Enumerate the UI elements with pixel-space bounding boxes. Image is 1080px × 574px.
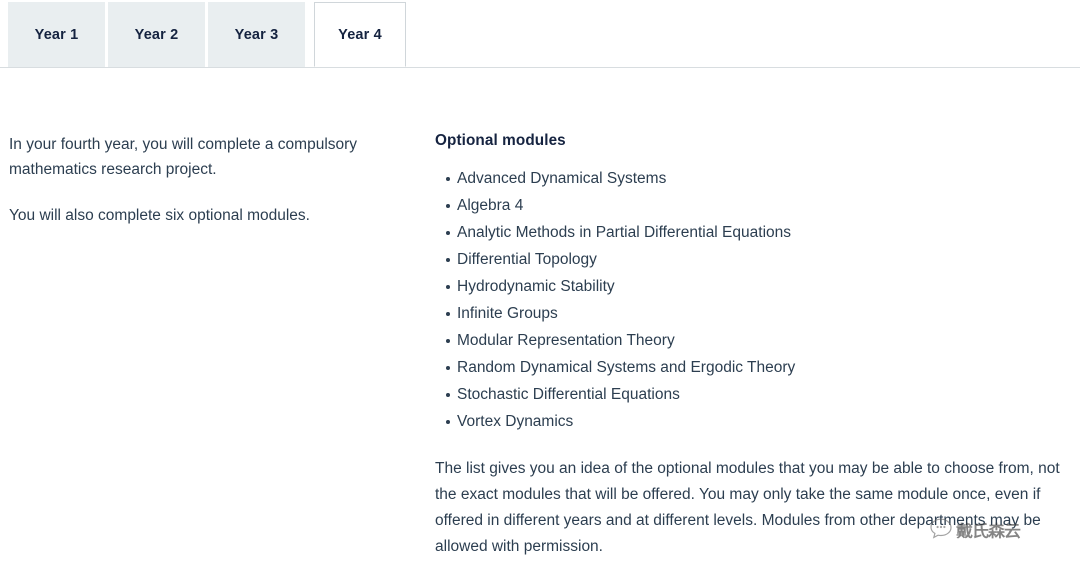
tab-year-2-label: Year 2 bbox=[134, 26, 179, 43]
list-item: Advanced Dynamical Systems bbox=[446, 166, 1065, 193]
list-item: Analytic Methods in Partial Differential… bbox=[446, 220, 1065, 247]
list-item: Infinite Groups bbox=[446, 301, 1065, 328]
list-item: Random Dynamical Systems and Ergodic The… bbox=[446, 355, 1065, 382]
tab-year-1[interactable]: Year 1 bbox=[8, 2, 105, 67]
list-item: Modular Representation Theory bbox=[446, 328, 1065, 355]
overview-paragraph-2: You will also complete six optional modu… bbox=[9, 207, 310, 225]
tab-year-4[interactable]: Year 4 bbox=[314, 2, 406, 67]
list-item: Vortex Dynamics bbox=[446, 409, 1065, 436]
overview-paragraph-1: In your fourth year, you will complete a… bbox=[9, 136, 358, 179]
optional-modules-list: Advanced Dynamical Systems Algebra 4 Ana… bbox=[435, 166, 1065, 436]
tab-year-1-label: Year 1 bbox=[34, 26, 79, 43]
overview-column: In your fourth year, you will complete a… bbox=[9, 132, 371, 228]
optional-modules-note: The list gives you an idea of the option… bbox=[435, 459, 1060, 555]
tab-year-3-label: Year 3 bbox=[234, 26, 279, 43]
tab-panel-year-4: In your fourth year, you will complete a… bbox=[0, 68, 1080, 574]
optional-modules-heading: Optional modules bbox=[435, 132, 566, 149]
list-item: Stochastic Differential Equations bbox=[446, 382, 1065, 409]
tab-year-2[interactable]: Year 2 bbox=[108, 2, 205, 67]
list-item: Differential Topology bbox=[446, 247, 1065, 274]
list-item: Algebra 4 bbox=[446, 193, 1065, 220]
optional-modules-column: Optional modules Advanced Dynamical Syst… bbox=[435, 132, 1065, 560]
tab-year-3[interactable]: Year 3 bbox=[208, 2, 305, 67]
tab-year-4-label: Year 4 bbox=[338, 26, 382, 43]
year-tab-bar: Year 1 Year 2 Year 3 Year 4 bbox=[0, 0, 1080, 68]
list-item: Hydrodynamic Stability bbox=[446, 274, 1065, 301]
